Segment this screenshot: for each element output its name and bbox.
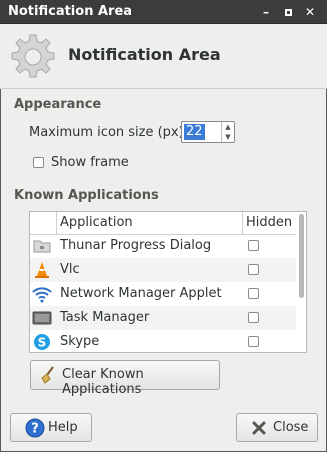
table-row[interactable]: Network Manager Applet: [30, 282, 296, 306]
hidden-checkbox[interactable]: [248, 312, 259, 323]
hidden-checkbox[interactable]: [248, 288, 259, 299]
vlc-cone-icon: [35, 262, 49, 278]
app-name: Thunar Progress Dialog: [60, 238, 212, 253]
svg-text:S: S: [38, 336, 47, 350]
hidden-checkbox[interactable]: [248, 264, 259, 275]
close-button[interactable]: Close: [236, 413, 318, 442]
table-row[interactable]: S Skype: [30, 330, 296, 352]
svg-text:?: ?: [31, 422, 39, 437]
table-row[interactable]: Task Manager: [30, 306, 296, 330]
app-name: Network Manager Applet: [60, 286, 222, 301]
max-icon-size-spinbutton[interactable]: 22 ▲ ▼: [181, 121, 235, 143]
broom-icon: [41, 366, 54, 384]
dialog-header: Notification Area: [0, 24, 327, 88]
clear-button-label: Clear Known Applications: [62, 367, 144, 397]
spin-arrows[interactable]: ▲ ▼: [221, 122, 234, 142]
hidden-checkbox[interactable]: [248, 336, 259, 347]
table-row[interactable]: Thunar Progress Dialog: [30, 234, 296, 258]
column-header-application[interactable]: Application: [60, 215, 133, 230]
window-title: Notification Area: [8, 4, 133, 19]
app-name: Vlc: [60, 262, 80, 277]
show-frame-label[interactable]: Show frame: [51, 155, 129, 170]
scrollbar-thumb[interactable]: [299, 214, 304, 298]
wifi-icon: [32, 287, 52, 303]
table-row[interactable]: Vlc: [30, 258, 296, 282]
window-titlebar[interactable]: Notification Area – ✕: [0, 0, 327, 24]
hidden-checkbox[interactable]: [248, 240, 259, 251]
gear-icon: [11, 34, 55, 78]
clear-known-apps-button[interactable]: Clear Known Applications: [30, 360, 220, 397]
appearance-section-title: Appearance: [14, 97, 102, 112]
show-frame-checkbox[interactable]: [33, 157, 44, 168]
max-icon-size-label: Maximum icon size (px):: [29, 125, 189, 140]
page-title: Notification Area: [68, 45, 221, 64]
spin-down-icon[interactable]: ▼: [222, 132, 234, 142]
close-icon: [252, 421, 266, 435]
help-button[interactable]: ? Help: [10, 413, 92, 442]
max-icon-size-value[interactable]: 22: [184, 124, 205, 140]
task-manager-icon: [32, 311, 52, 325]
column-divider: [242, 212, 243, 234]
column-divider: [56, 212, 57, 234]
known-apps-section-title: Known Applications: [14, 188, 159, 203]
help-icon: ?: [25, 418, 45, 438]
minimize-icon[interactable]: –: [258, 4, 274, 20]
skype-icon: S: [34, 334, 50, 350]
close-button-label: Close: [273, 420, 309, 435]
close-window-icon[interactable]: ✕: [302, 4, 318, 20]
app-name: Skype: [60, 334, 100, 349]
folder-icon: [33, 240, 51, 253]
known-apps-table[interactable]: Application Hidden Thunar Progress Dialo…: [29, 211, 307, 353]
app-name: Task Manager: [60, 310, 150, 325]
help-button-label: Help: [48, 420, 78, 435]
maximize-icon[interactable]: [280, 4, 296, 20]
header-divider: [0, 88, 327, 89]
spin-up-icon[interactable]: ▲: [222, 122, 234, 132]
table-header: Application Hidden: [30, 212, 296, 235]
column-header-hidden[interactable]: Hidden: [246, 215, 292, 230]
table-scrollbar[interactable]: [297, 214, 305, 350]
